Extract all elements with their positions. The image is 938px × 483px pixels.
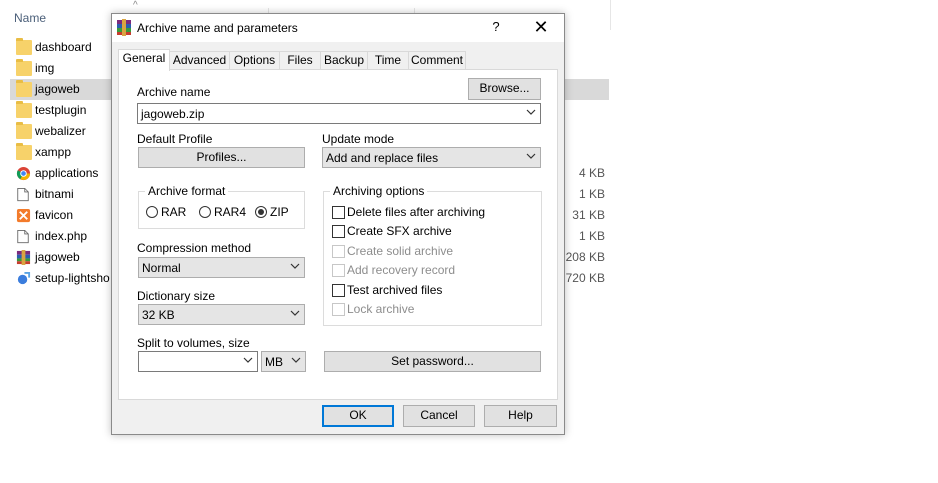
recovery-record-checkbox xyxy=(332,264,345,277)
ok-button[interactable]: OK xyxy=(322,405,394,427)
file-name: webalizer xyxy=(35,124,86,138)
text-file-icon xyxy=(16,229,32,244)
file-size: 1 KB xyxy=(578,187,605,201)
file-name: testplugin xyxy=(35,103,87,117)
archive-dialog: Archive name and parameters ? ✕ General … xyxy=(111,13,565,435)
file-name: jagoweb xyxy=(35,250,80,264)
file-name: xampp xyxy=(35,145,72,159)
text-file-icon xyxy=(16,187,32,202)
split-volumes-input[interactable] xyxy=(138,351,258,372)
file-size: 4 KB xyxy=(578,166,605,180)
default-profile-label: Default Profile xyxy=(137,132,213,146)
winrar-icon xyxy=(117,19,131,36)
delete-after-archiving-label[interactable]: Delete files after archiving xyxy=(347,205,485,219)
folder-icon xyxy=(16,143,32,160)
archive-name-input[interactable]: jagoweb.zip xyxy=(137,103,541,124)
file-name: setup-lightsho xyxy=(35,271,110,285)
column-divider xyxy=(610,0,611,30)
archive-name-label: Archive name xyxy=(137,85,211,99)
compression-method-label: Compression method xyxy=(137,241,252,255)
file-name: jagoweb xyxy=(35,82,80,96)
file-name: index.php xyxy=(35,229,88,243)
help-button[interactable]: Help xyxy=(484,405,557,427)
dialog-title: Archive name and parameters xyxy=(137,21,298,35)
set-password-button[interactable]: Set password... xyxy=(324,351,541,372)
dictionary-size-label: Dictionary size xyxy=(137,289,216,303)
general-tab-panel: Archive name Browse... jagoweb.zip Defau… xyxy=(118,69,558,400)
close-button[interactable]: ✕ xyxy=(528,17,554,39)
chevron-down-icon xyxy=(526,153,536,159)
create-sfx-checkbox[interactable] xyxy=(332,225,345,238)
tab-time[interactable]: Time xyxy=(367,51,409,70)
tab-comment[interactable]: Comment xyxy=(408,51,466,70)
archive-format-group: Archive format RAR RAR4 ZIP xyxy=(138,184,305,229)
cancel-button[interactable]: Cancel xyxy=(403,405,475,427)
file-name: applications xyxy=(35,166,99,180)
folder-icon xyxy=(16,38,32,55)
archive-name-value: jagoweb.zip xyxy=(141,107,205,121)
test-archived-label[interactable]: Test archived files xyxy=(347,283,442,297)
chrome-icon xyxy=(16,166,32,181)
format-rar-radio[interactable] xyxy=(146,206,158,218)
chevron-down-icon xyxy=(291,357,301,363)
update-mode-label: Update mode xyxy=(322,132,395,146)
lock-archive-checkbox xyxy=(332,303,345,316)
chevron-down-icon xyxy=(290,263,300,269)
update-mode-value: Add and replace files xyxy=(326,151,439,165)
delete-after-archiving-checkbox[interactable] xyxy=(332,206,345,219)
chevron-down-icon xyxy=(526,109,536,115)
folder-icon xyxy=(16,80,32,97)
browse-button[interactable]: Browse... xyxy=(468,78,541,100)
file-name: favicon xyxy=(35,208,74,222)
split-unit-select[interactable]: MB xyxy=(261,351,306,372)
chevron-down-icon xyxy=(290,310,300,316)
column-header-name[interactable]: Name xyxy=(14,11,46,25)
folder-icon xyxy=(16,59,32,76)
tab-backup[interactable]: Backup xyxy=(320,51,368,70)
dictionary-size-value: 32 KB xyxy=(142,308,175,322)
format-rar4-radio[interactable] xyxy=(199,206,211,218)
winrar-archive-icon xyxy=(16,250,32,265)
tab-files[interactable]: Files xyxy=(279,51,321,70)
lock-archive-label: Lock archive xyxy=(347,302,415,316)
xampp-icon xyxy=(16,208,32,223)
dialog-titlebar[interactable]: Archive name and parameters ? ✕ xyxy=(112,14,564,42)
format-rar-label[interactable]: RAR xyxy=(161,205,186,219)
compression-method-value: Normal xyxy=(142,261,181,275)
title-help-button[interactable]: ? xyxy=(486,19,506,37)
split-volumes-label: Split to volumes, size xyxy=(137,336,250,350)
format-zip-label[interactable]: ZIP xyxy=(270,205,289,219)
tab-general[interactable]: General xyxy=(118,49,170,71)
file-size: 31 KB xyxy=(572,208,605,222)
chevron-down-icon xyxy=(243,357,253,363)
tab-options[interactable]: Options xyxy=(229,51,280,70)
file-name: img xyxy=(35,61,55,75)
folder-icon xyxy=(16,122,32,139)
dictionary-size-select[interactable]: 32 KB xyxy=(138,304,305,325)
format-rar4-label[interactable]: RAR4 xyxy=(214,205,246,219)
compression-method-select[interactable]: Normal xyxy=(138,257,305,278)
sort-ascending-icon: ^ xyxy=(133,0,138,11)
format-zip-radio[interactable] xyxy=(255,206,267,218)
installer-icon xyxy=(16,271,32,286)
recovery-record-label: Add recovery record xyxy=(347,263,456,277)
folder-icon xyxy=(16,101,32,118)
file-name: dashboard xyxy=(35,40,92,54)
test-archived-checkbox[interactable] xyxy=(332,284,345,297)
archiving-options-title: Archiving options xyxy=(330,184,428,198)
create-solid-label: Create solid archive xyxy=(347,244,454,258)
create-sfx-label[interactable]: Create SFX archive xyxy=(347,224,452,238)
create-solid-checkbox xyxy=(332,245,345,258)
split-unit-value: MB xyxy=(265,355,283,369)
archiving-options-group: Archiving options Delete files after arc… xyxy=(323,184,542,326)
update-mode-select[interactable]: Add and replace files xyxy=(322,147,541,168)
file-size: 1 KB xyxy=(578,229,605,243)
archive-format-title: Archive format xyxy=(145,184,229,198)
tab-advanced[interactable]: Advanced xyxy=(169,51,230,70)
profiles-button[interactable]: Profiles... xyxy=(138,147,305,168)
file-name: bitnami xyxy=(35,187,74,201)
